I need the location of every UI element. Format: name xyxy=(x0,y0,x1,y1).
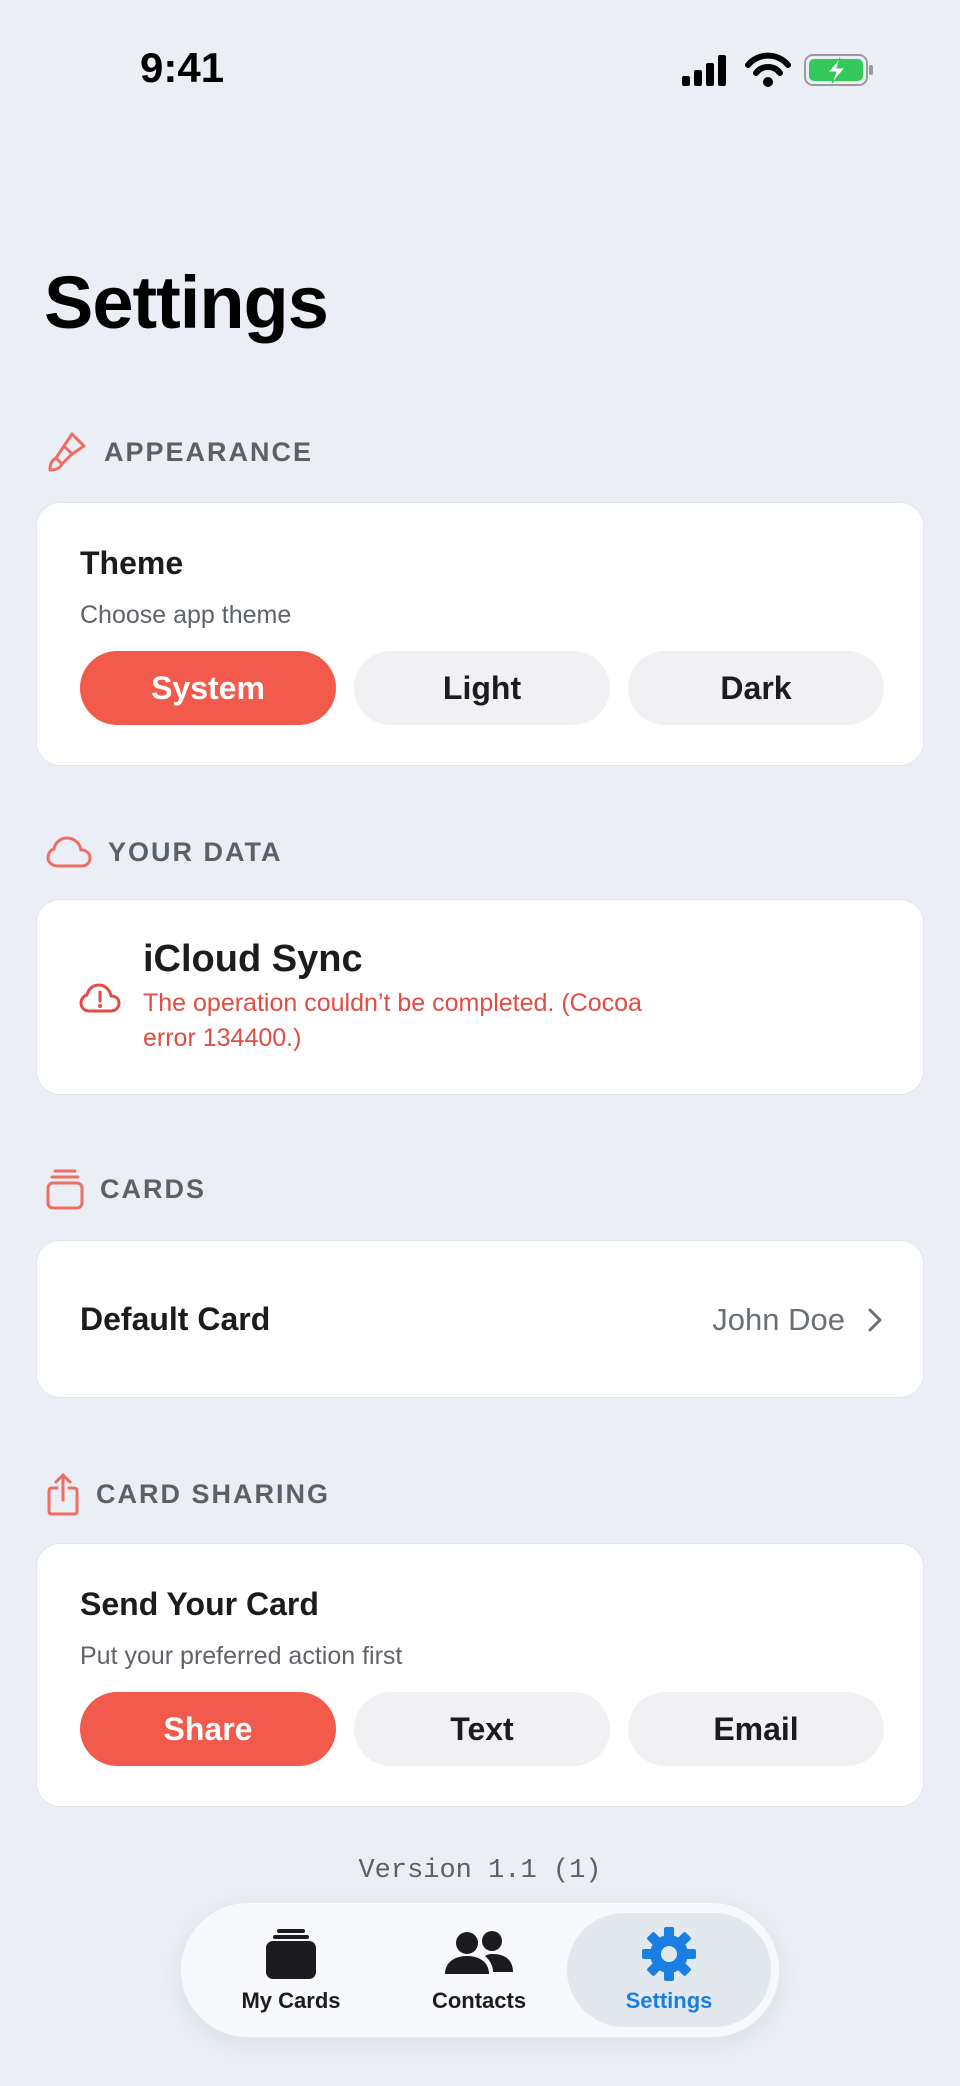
section-header-card-sharing: CARD SHARING xyxy=(46,1472,330,1516)
send-option-share[interactable]: Share xyxy=(80,1692,336,1766)
tab-my-cards[interactable]: My Cards xyxy=(189,1913,393,2027)
cloud-error-icon xyxy=(79,983,121,1013)
page-title: Settings xyxy=(44,261,329,344)
tab-contacts[interactable]: Contacts xyxy=(377,1913,581,2027)
cards-icon xyxy=(266,1929,316,1979)
wifi-icon xyxy=(745,52,791,87)
icloud-sync-title: iCloud Sync xyxy=(143,938,363,980)
section-title-your-data: YOUR DATA xyxy=(108,836,283,867)
default-card-label: Default Card xyxy=(80,1301,271,1337)
gear-icon xyxy=(642,1927,696,1981)
chevron-right-icon xyxy=(868,1308,882,1332)
theme-card: Theme Choose app theme System Light Dark xyxy=(36,502,924,766)
default-card-row[interactable]: Default Card John Doe xyxy=(36,1240,924,1398)
icloud-sync-card[interactable]: iCloud Sync The operation couldn’t be co… xyxy=(36,899,924,1095)
section-title-appearance: APPEARANCE xyxy=(104,436,314,467)
send-option-text[interactable]: Text xyxy=(354,1692,610,1766)
status-time: 9:41 xyxy=(140,44,225,91)
theme-option-system[interactable]: System xyxy=(80,651,336,725)
paintbrush-icon xyxy=(48,432,86,472)
status-icons xyxy=(680,50,880,90)
share-icon xyxy=(47,1473,79,1516)
section-header-your-data: YOUR DATA xyxy=(46,834,283,870)
section-header-cards: CARDS xyxy=(46,1168,206,1210)
tab-settings[interactable]: Settings xyxy=(567,1913,771,2027)
send-card-subtitle: Put your preferred action first xyxy=(80,1642,403,1670)
theme-segmented-control: System Light Dark xyxy=(80,651,884,725)
icloud-sync-error-line1: The operation couldn’t be completed. (Co… xyxy=(143,989,642,1017)
people-icon xyxy=(445,1931,513,1974)
section-title-cards: CARDS xyxy=(100,1173,207,1204)
theme-option-dark[interactable]: Dark xyxy=(628,651,884,725)
send-card-card: Send Your Card Put your preferred action… xyxy=(36,1543,924,1807)
theme-subtitle: Choose app theme xyxy=(80,601,292,629)
send-option-email[interactable]: Email xyxy=(628,1692,884,1766)
cards-stack-icon xyxy=(46,1169,84,1210)
send-action-segmented-control: Share Text Email xyxy=(80,1692,884,1766)
theme-title: Theme xyxy=(80,545,184,581)
default-card-value: John Doe xyxy=(712,1302,845,1337)
status-icons-svg xyxy=(682,52,873,87)
cellular-signal-icon xyxy=(682,55,726,86)
section-title-card-sharing: CARD SHARING xyxy=(96,1478,331,1509)
cloud-icon xyxy=(46,836,92,868)
tab-label-my-cards: My Cards xyxy=(241,1988,341,2013)
battery-charging-icon xyxy=(804,54,873,86)
send-card-title: Send Your Card xyxy=(80,1586,319,1622)
tab-label-settings: Settings xyxy=(625,1988,713,2013)
icloud-sync-error-line2: error 134400.) xyxy=(143,1024,302,1052)
tab-label-contacts: Contacts xyxy=(431,1988,527,2013)
theme-option-light[interactable]: Light xyxy=(354,651,610,725)
section-header-appearance: APPEARANCE xyxy=(46,430,313,474)
version-label: Version 1.1 (1) xyxy=(358,1856,602,1886)
tab-bar: My Cards Contacts Settings xyxy=(180,1902,780,2038)
